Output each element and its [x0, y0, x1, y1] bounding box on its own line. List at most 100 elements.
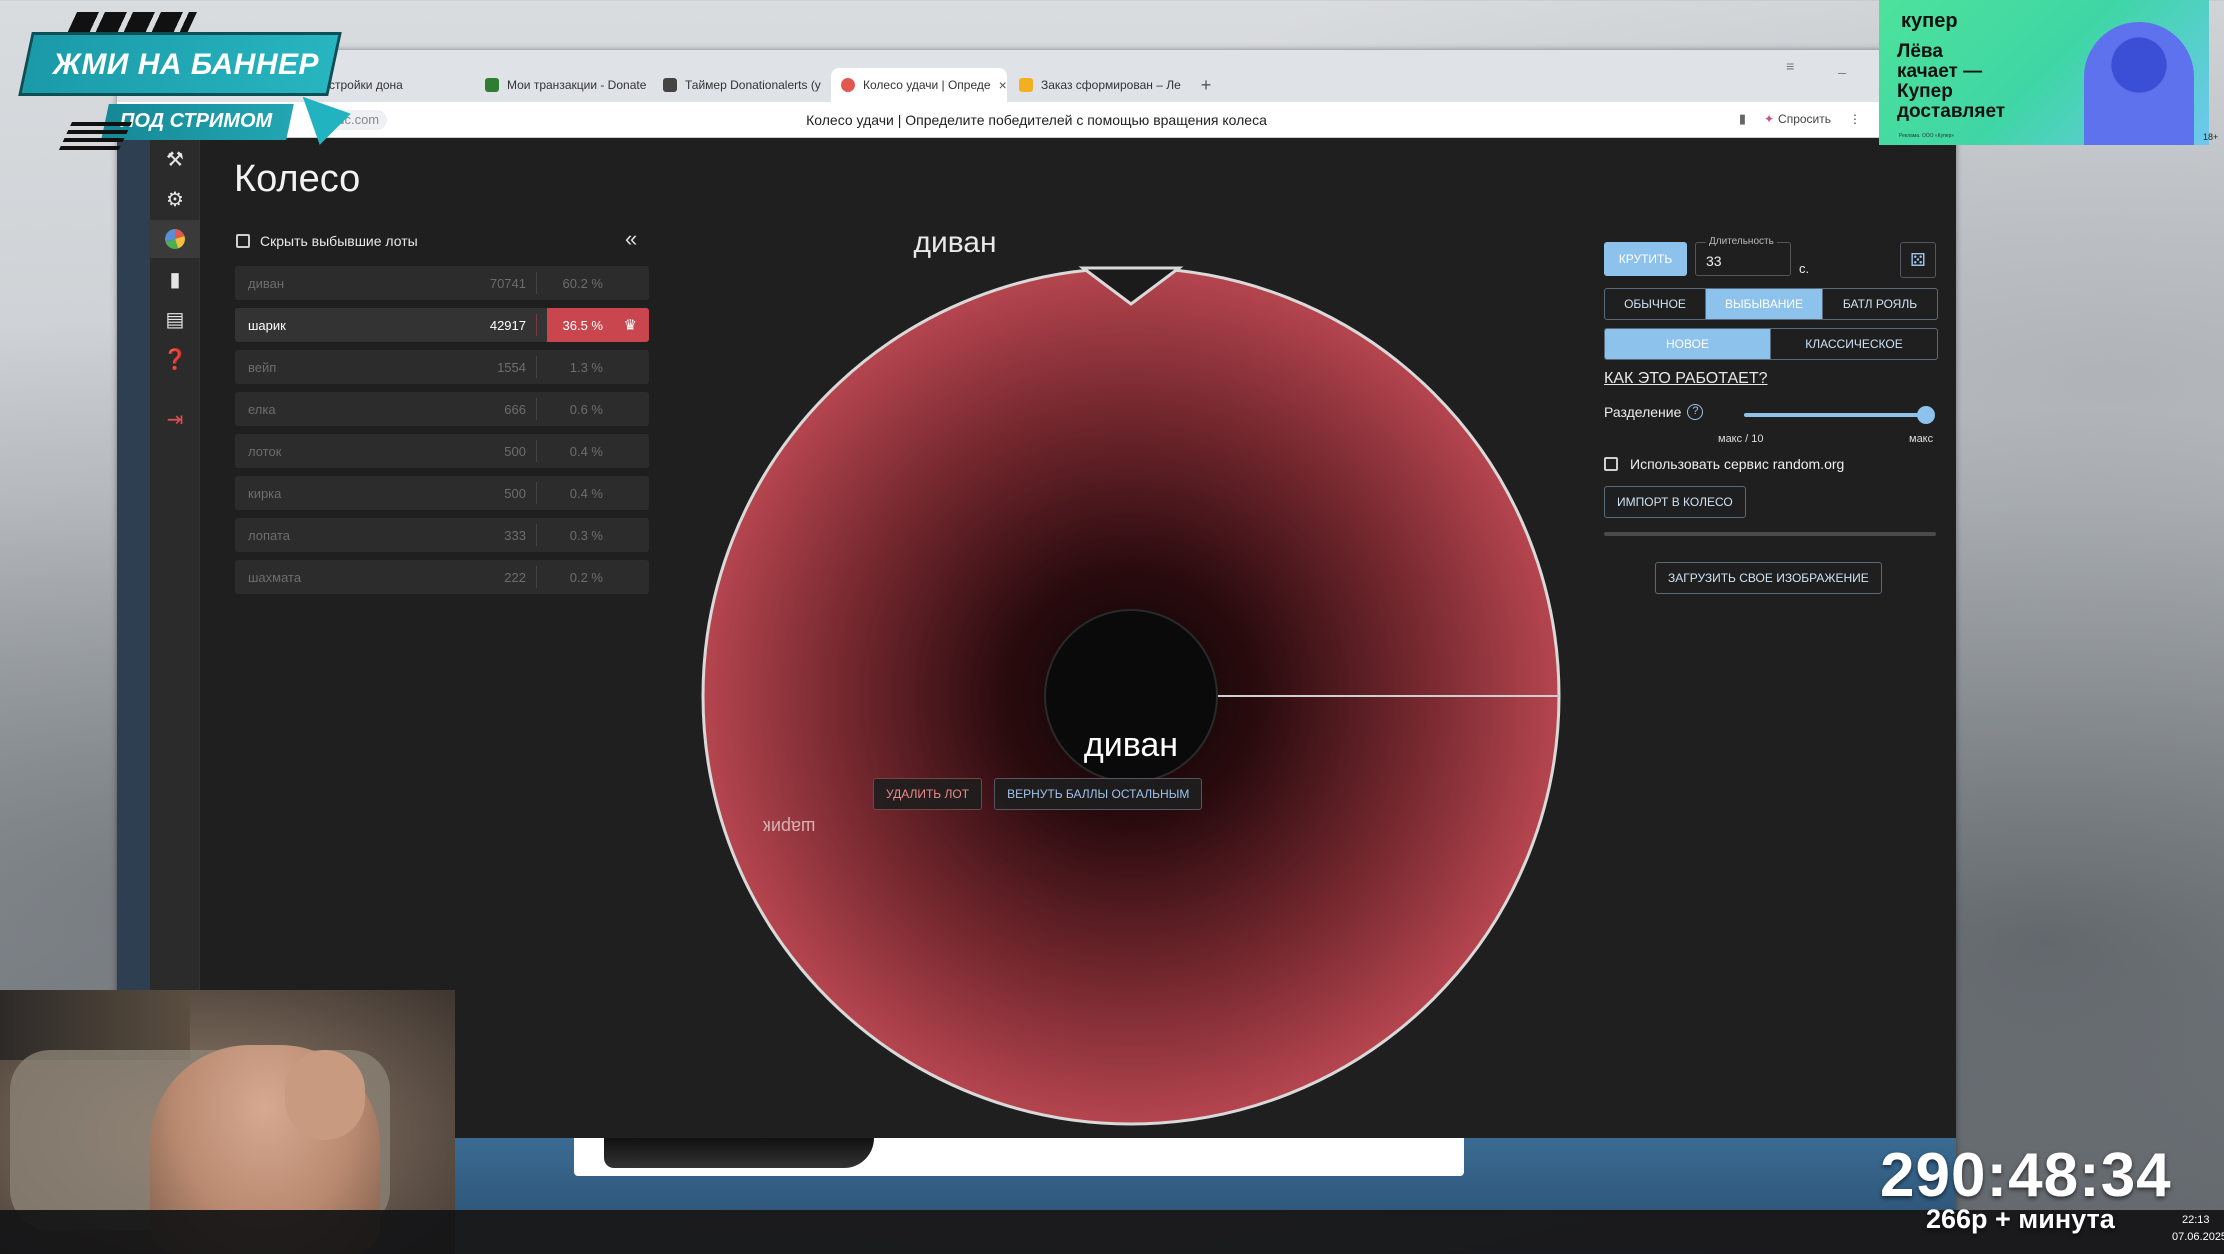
wheel-pie-icon [165, 229, 185, 249]
lot-percent: 0.2 % [569, 570, 603, 585]
sparkle-icon: ✦ [1763, 112, 1775, 126]
lot-row[interactable]: лоток 500 0.4 % [235, 434, 649, 468]
duration-input[interactable]: 33 [1706, 253, 1722, 269]
page-title: Колесо [234, 158, 361, 200]
ad-disclaimer: Реклама. ООО «Купер» [1899, 133, 1955, 139]
duration-unit: с. [1799, 261, 1810, 276]
mode-elimination[interactable]: ВЫБЫВАНИЕ [1706, 289, 1823, 319]
tab-label: Таймер Donationalerts (y [685, 78, 821, 92]
product-image [604, 1138, 874, 1168]
lot-amount: 42917 [489, 318, 526, 333]
lot-amount: 1554 [497, 360, 526, 375]
lot-name: кирка [248, 486, 282, 501]
delete-lot-button[interactable]: УДАЛИТЬ ЛОТ [873, 778, 983, 810]
bookmark-icon[interactable]: ▮ [1739, 111, 1746, 127]
side-nav: ⚒ ⚙ ▮ ▤ ❓ ⇥ [150, 138, 200, 1138]
promo-card [574, 1138, 1464, 1176]
lot-percent: 60.2 % [562, 276, 603, 291]
address-bar: auc.com Колесо удачи | Определите победи… [117, 102, 1956, 138]
stream-timer: 290:48:34 [1880, 1141, 2172, 1210]
lot-amount: 70741 [489, 276, 526, 291]
wheel-icon[interactable] [150, 220, 200, 258]
clock-date: 07.06.2025 [2172, 1231, 2224, 1243]
random-org-label: Использовать сервис random.org [1630, 456, 1845, 472]
duration-label: Длительность [1706, 236, 1777, 247]
ad-banner[interactable]: купер Лёва качает — Купер доставляет Рек… [1879, 0, 2209, 145]
gear-icon[interactable]: ⚙ [150, 180, 200, 218]
ad-text: Лёва качает — Купер доставляет [1897, 41, 2006, 122]
lot-divider [536, 482, 537, 504]
help-icon[interactable]: ? [1687, 404, 1704, 420]
mode-normal[interactable]: ОБЫЧНОЕ [1605, 289, 1706, 319]
address-actions: ▮ ✦ Спросить ⋮ [1739, 111, 1861, 127]
split-slider-track[interactable] [1744, 413, 1924, 417]
lot-row[interactable]: диван 70741 60.2 % [235, 266, 649, 300]
lot-divider [536, 524, 537, 546]
auction-hammer-icon[interactable]: ⚒ [150, 140, 200, 178]
spin-button[interactable]: КРУТИТЬ [1604, 242, 1687, 276]
tab-transactions[interactable]: Мои транзакции - Donatе [475, 68, 651, 102]
lot-name: лоток [248, 444, 282, 459]
tab-wheel[interactable]: Колесо удачи | Опреде × [831, 68, 1007, 102]
tab-label: Заказ сформирован – Ле [1041, 78, 1181, 92]
fortune-wheel[interactable]: шарик диван УДАЛИТЬ ЛОТ ВЕРНУТЬ БАЛЛЫ ОС… [701, 266, 1561, 1126]
logout-icon[interactable]: ⇥ [150, 400, 200, 438]
split-slider-handle[interactable] [1917, 406, 1935, 424]
lot-name: шарик [248, 318, 286, 333]
banner-main-text: ЖМИ НА БАННЕР [53, 48, 319, 81]
lot-name: шахмата [248, 570, 302, 585]
return-points-button[interactable]: ВЕРНУТЬ БАЛЛЫ ОСТАЛЬНЫМ [994, 778, 1203, 810]
lot-divider [536, 272, 537, 294]
stream-banner[interactable]: ЖМИ НА БАННЕР ПОД СТРИМОМ [15, 10, 351, 152]
tab-timer[interactable]: Таймер Donationalerts (y [653, 68, 829, 102]
new-tab-button[interactable]: + [1195, 74, 1217, 96]
bar-chart-icon[interactable]: ▮ [150, 260, 200, 298]
ad-logo: купер [1901, 10, 1958, 32]
how-it-works-link[interactable]: КАК ЭТО РАБОТАЕТ? [1604, 370, 1768, 388]
lots-list: диван 70741 60.2 % шарик 42917 36.5 % ♛ … [235, 266, 649, 602]
lot-divider [536, 314, 537, 336]
lot-percent: 0.4 % [569, 444, 603, 459]
type-new[interactable]: НОВОЕ [1605, 329, 1771, 359]
lot-name: диван [248, 276, 285, 291]
split-max-label: макс [1909, 433, 1934, 445]
menu-icon[interactable]: ⋮ [1849, 112, 1861, 126]
random-org-checkbox[interactable] [1604, 457, 1618, 471]
lot-name: лопата [248, 528, 290, 543]
timer-rate: 266р + минута [1926, 1204, 2115, 1234]
import-button[interactable]: ИМПОРТ В КОЛЕСО [1604, 486, 1746, 518]
help-circle-icon[interactable]: ❓ [150, 340, 200, 378]
lot-row[interactable]: вейп 1554 1.3 % [235, 350, 649, 384]
wheel-app: ⚒ ⚙ ▮ ▤ ❓ ⇥ Колесо Скрыть выбывшие лоты [117, 138, 1956, 1138]
lot-row-winner[interactable]: шарик 42917 36.5 % ♛ [235, 308, 649, 342]
lot-percent: 36.5 % [562, 318, 603, 333]
tab-order[interactable]: Заказ сформирован – Ле [1009, 68, 1185, 102]
lot-row[interactable]: елка 666 0.6 % [235, 392, 649, 426]
mode-selector: ОБЫЧНОЕ ВЫБЫВАНИЕ БАТЛ РОЯЛЬ [1604, 288, 1938, 320]
lot-row[interactable]: шахмата 222 0.2 % [235, 560, 649, 594]
tab-bar: стройки дона Мои транзакции - Donatе Тай… [117, 50, 1956, 102]
wheel-winner-label: диван [1083, 726, 1179, 764]
dice-icon[interactable]: ⚄ [1900, 242, 1936, 278]
slice-label: шарик [763, 817, 816, 837]
lot-row[interactable]: кирка 500 0.4 % [235, 476, 649, 510]
duration-field[interactable]: Длительность 33 [1695, 236, 1791, 276]
lot-row[interactable]: лопата 333 0.3 % [235, 518, 649, 552]
type-classic[interactable]: КЛАССИЧЕСКОЕ [1771, 329, 1937, 359]
webcam-head [285, 1050, 365, 1140]
mode-battle-royale[interactable]: БАТЛ РОЯЛЬ [1823, 289, 1937, 319]
ask-button[interactable]: ✦ Спросить [1764, 112, 1831, 126]
trophy-icon: ♛ [623, 317, 637, 334]
random-org-toggle[interactable]: Использовать сервис random.org [1604, 456, 1844, 472]
age-rating: 18+ [2203, 132, 2219, 142]
lot-amount: 333 [504, 528, 526, 543]
side-strip [117, 138, 150, 1138]
upload-image-button[interactable]: ЗАГРУЗИТЬ СВОЕ ИЗОБРАЖЕНИЕ [1655, 562, 1882, 594]
main-area: Колесо Скрыть выбывшие лоты « диван 7074… [200, 138, 1956, 1138]
window-controls[interactable]: ≡ _ [1786, 58, 1866, 74]
close-icon[interactable]: × [999, 77, 1007, 93]
clipboard-icon[interactable]: ▤ [150, 300, 200, 338]
lot-percent: 1.3 % [569, 360, 603, 375]
lot-divider [536, 398, 537, 420]
lot-amount: 666 [504, 402, 526, 417]
